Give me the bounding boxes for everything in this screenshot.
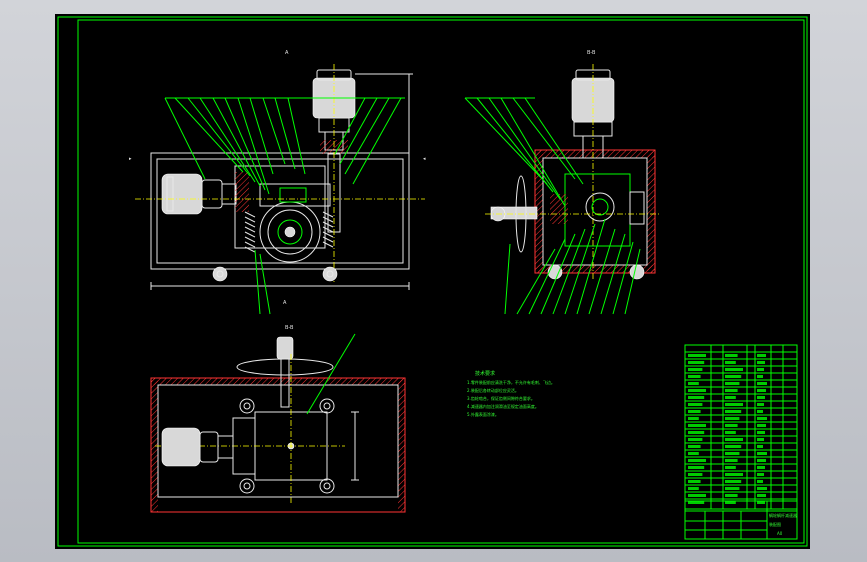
parts-list-cell-text	[725, 466, 736, 469]
title-block: 蜗轮蜗杆减速器 装配图 A0	[684, 500, 798, 540]
side-wheel-1	[547, 264, 563, 280]
parts-list-cell-text	[688, 410, 701, 413]
cad-drawing: A ▸ ◂ A B-B B-B 技术要求 1.零件装配前应清洗干净，不允许有毛刺…	[57, 16, 808, 547]
parts-list-cell-text	[725, 487, 740, 490]
parts-list-cell-text	[688, 368, 703, 371]
parts-list-cell-text	[757, 487, 767, 490]
parts-list-cell-text	[688, 424, 706, 427]
view-arrow-right: ◂	[423, 156, 426, 162]
parts-list-cell-text	[725, 389, 738, 392]
parts-list-cell-text	[757, 382, 767, 385]
parts-list-cell-text	[725, 452, 740, 455]
plan-motor	[161, 427, 201, 467]
view-arrow-left: ▸	[129, 156, 132, 162]
parts-list-cell-text	[757, 354, 766, 357]
parts-list-cell-text	[757, 480, 763, 483]
motor-left	[161, 173, 203, 215]
parts-list-cell-text	[688, 361, 705, 364]
parts-list-cell-text	[757, 368, 764, 371]
parts-list-cell-text	[688, 473, 703, 476]
front-view: A ▸ ◂ A	[129, 50, 426, 315]
tech-req-item: 5.外露表面涂漆。	[467, 411, 499, 417]
parts-list-cell-text	[757, 375, 763, 378]
parts-list-cell-text	[757, 473, 764, 476]
plan-view: B-B	[150, 325, 406, 513]
parts-list-cell-text	[688, 438, 703, 441]
side-view: B-B	[464, 50, 660, 315]
parts-list-cell-text	[725, 459, 738, 462]
parts-list-cell-text	[688, 445, 701, 448]
section-label-c: B-B	[285, 325, 294, 331]
parts-list-cell-text	[688, 375, 701, 378]
parts-list-cell-text	[725, 354, 738, 357]
parts-list-table	[684, 344, 798, 510]
parts-list-cell-text	[757, 452, 767, 455]
parts-list-cell-text	[688, 459, 706, 462]
parts-list-cell-text	[688, 466, 705, 469]
parts-list-cell-text	[757, 424, 766, 427]
parts-list-cell-text	[688, 494, 706, 497]
tech-req-item: 3.齿轮啮合，保证齿侧间隙符合要求。	[467, 395, 535, 401]
parts-list-cell-text	[757, 361, 765, 364]
parts-list-cell-text	[688, 382, 699, 385]
parts-list-cell-text	[688, 354, 706, 357]
tech-req-item: 2.装配后各转动部位应灵活。	[467, 387, 519, 393]
side-wheel-2	[629, 264, 645, 280]
parts-list-cell-text	[688, 417, 699, 420]
parts-list-cell-text	[725, 375, 742, 378]
parts-list-cell-text	[757, 494, 766, 497]
view-label: A	[283, 300, 287, 306]
title-type: 装配图	[769, 521, 781, 527]
parts-list-cell-text	[688, 431, 705, 434]
parts-list-cell-text	[725, 410, 742, 413]
wheel-2	[322, 266, 338, 282]
parts-list-cell-text	[688, 480, 701, 483]
parts-list-cell-text	[688, 487, 699, 490]
parts-list-cell-text	[725, 368, 743, 371]
section-label-a: A	[285, 50, 289, 56]
plan-sprocket	[236, 358, 334, 376]
technical-requirements: 技术要求 1.零件装配前应清洗干净，不允许有毛刺、飞边。 2.装配后各转动部位应…	[467, 370, 555, 417]
cad-drawing-viewport[interactable]: A ▸ ◂ A B-B B-B 技术要求 1.零件装配前应清洗干净，不允许有毛刺…	[55, 14, 810, 549]
parts-list-cell-text	[688, 452, 699, 455]
tech-req-title: 技术要求	[475, 370, 495, 377]
parts-list-cell-text	[725, 431, 736, 434]
parts-list-cell-text	[688, 403, 703, 406]
parts-list-cell-text	[757, 389, 766, 392]
parts-list-cell-text	[725, 396, 736, 399]
parts-list-cell-text	[725, 445, 742, 448]
parts-list-cell-text	[725, 361, 736, 364]
parts-list-cell-text	[725, 494, 738, 497]
parts-list-cell-text	[688, 389, 706, 392]
parts-list-cell-text	[725, 424, 738, 427]
parts-list-cell-text	[725, 417, 740, 420]
parts-list-cell-text	[757, 466, 765, 469]
wheel-1	[212, 266, 228, 282]
parts-list-cell-text	[757, 445, 763, 448]
parts-list-cell-text	[725, 382, 740, 385]
tech-req-item: 1.零件装配前应清洗干净，不允许有毛刺、飞边。	[467, 379, 555, 385]
parts-list-cell-text	[757, 417, 767, 420]
parts-list-cell-text	[725, 403, 743, 406]
tech-req-item: 4.减速器内加注润滑油至规定油面高度。	[467, 403, 539, 409]
parts-list-cell-text	[725, 480, 742, 483]
parts-list-cell-text	[725, 438, 743, 441]
title-code: A0	[777, 531, 783, 536]
section-label-b: B-B	[587, 50, 596, 56]
title-name: 蜗轮蜗杆减速器	[769, 512, 797, 518]
parts-list-cell-text	[757, 403, 764, 406]
parts-list-cell-text	[757, 410, 763, 413]
parts-list-cell-text	[757, 431, 765, 434]
parts-list-cell-text	[757, 459, 766, 462]
parts-list-cell-text	[725, 473, 743, 476]
parts-list-cell-text	[688, 396, 705, 399]
parts-list-cell-text	[757, 438, 764, 441]
parts-list-cell-text	[757, 396, 765, 399]
